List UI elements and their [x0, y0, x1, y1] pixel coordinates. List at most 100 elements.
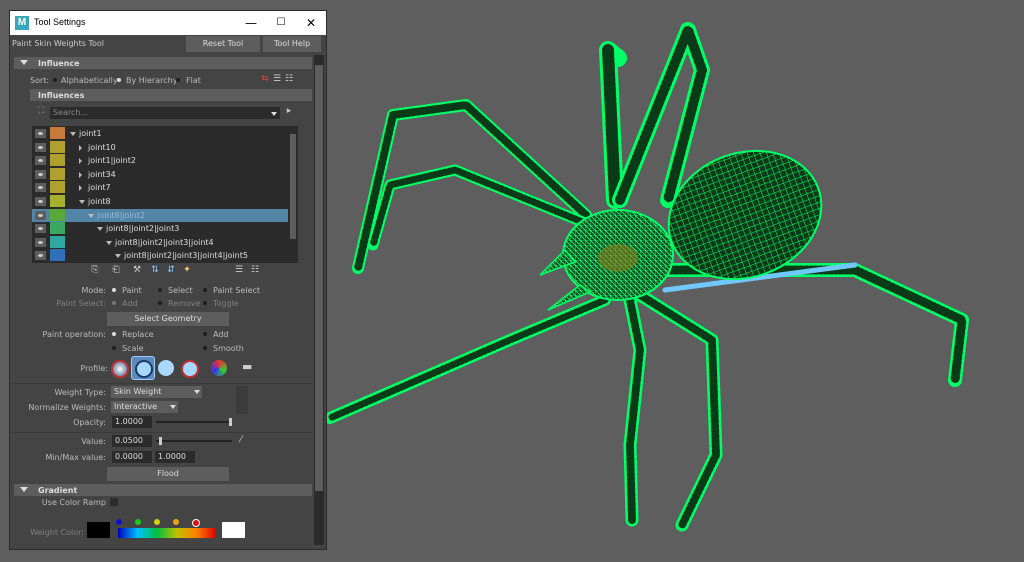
close-button[interactable]: ✕	[296, 11, 326, 35]
panel-scrollbar[interactable]	[314, 55, 324, 545]
use-color-ramp-checkbox[interactable]	[110, 498, 118, 506]
list-icon[interactable]: ☰	[234, 265, 244, 275]
panel-scrollbar-thumb[interactable]	[315, 65, 323, 491]
move-weights-icon[interactable]: ⇅	[150, 265, 160, 275]
tree-scrollbar-thumb[interactable]	[290, 134, 296, 239]
show-influences-icon[interactable]: ⇵	[166, 265, 176, 275]
paint-select-toggle-radio[interactable]	[203, 301, 207, 305]
influence-color-swatch[interactable]	[50, 235, 65, 248]
tree-row[interactable]: joint10	[32, 140, 288, 154]
profile-soft-icon[interactable]	[131, 356, 155, 380]
title-bar[interactable]: M Tool Settings — ☐ ✕	[10, 11, 326, 35]
collapse-arrow-icon[interactable]	[79, 185, 82, 192]
op-smooth-radio[interactable]	[203, 346, 207, 350]
tree-row[interactable]: joint1|joint2	[32, 154, 288, 167]
tool-help-button[interactable]: Tool Help	[263, 36, 321, 52]
color-ramp-bar[interactable]	[118, 528, 216, 538]
influence-color-swatch[interactable]	[50, 140, 65, 153]
profile-gaussian-icon[interactable]	[108, 357, 130, 379]
influence-color-swatch[interactable]	[50, 222, 65, 235]
ramp-key-dot[interactable]	[154, 519, 160, 525]
ramp-key-dot[interactable]	[116, 519, 122, 525]
search-input[interactable]: Search...	[50, 107, 280, 119]
visibility-eye-icon[interactable]	[35, 169, 46, 179]
influence-tree[interactable]: joint1 joint10 joint1|joint2 joint34 joint7 j…	[32, 126, 296, 263]
ramp-key-dot[interactable]	[135, 519, 141, 525]
visibility-eye-icon[interactable]	[35, 224, 46, 234]
value-slider[interactable]	[156, 437, 232, 445]
expand-arrow-icon[interactable]	[88, 213, 94, 218]
visibility-eye-icon[interactable]	[35, 156, 46, 166]
expand-arrow-icon[interactable]	[115, 254, 121, 259]
collapse-arrow-icon[interactable]	[79, 171, 82, 178]
profile-image-icon[interactable]	[208, 357, 230, 379]
sort-tool-icon[interactable]: ⇆	[260, 74, 270, 84]
influence-color-swatch[interactable]	[50, 167, 65, 180]
max-value-field[interactable]: 1.0000	[155, 451, 195, 463]
value-slider-handle[interactable]	[158, 437, 162, 445]
visibility-eye-icon[interactable]	[35, 197, 46, 206]
collapse-arrow-icon[interactable]	[79, 158, 82, 165]
tree-row[interactable]: joint1	[32, 127, 288, 140]
tree-list-icon[interactable]: ☷	[250, 265, 260, 275]
expand-arrow-icon[interactable]	[106, 240, 112, 245]
gradient-section-header[interactable]: Gradient	[14, 484, 312, 496]
flood-button[interactable]: Flood	[107, 467, 229, 481]
expand-arrow-icon[interactable]	[79, 200, 85, 204]
influence-color-swatch[interactable]	[50, 181, 65, 194]
tree-row[interactable]: joint8|joint2|joint3	[32, 222, 288, 235]
influence-color-swatch[interactable]	[50, 249, 65, 262]
tree-scrollbar[interactable]	[288, 126, 298, 263]
sort-flat-radio[interactable]	[176, 78, 180, 82]
influence-section-header[interactable]: Influence	[14, 57, 312, 69]
influence-color-swatch[interactable]	[50, 208, 65, 221]
weight-type-combo[interactable]: Skin Weight	[111, 386, 202, 398]
tree-row[interactable]: joint8|joint2|joint3|joint4|joint5	[32, 249, 288, 262]
weight-color-high-swatch[interactable]	[222, 522, 245, 538]
ramp-key-dot[interactable]	[173, 519, 179, 525]
paste-weights-icon[interactable]: ⎗	[111, 265, 121, 275]
tree-view-icon[interactable]: ☷	[284, 74, 294, 84]
tree-row[interactable]: joint7	[32, 181, 288, 194]
visibility-eye-icon[interactable]	[35, 210, 46, 220]
influence-color-swatch[interactable]	[50, 154, 65, 167]
select-geometry-button[interactable]: Select Geometry	[107, 312, 229, 326]
lock-weights-icon[interactable]: ✦	[182, 265, 192, 275]
visibility-eye-icon[interactable]	[35, 129, 46, 138]
search-filter-icon[interactable]: ⛶	[36, 106, 46, 116]
tree-row[interactable]: joint34	[32, 167, 288, 181]
copy-weights-icon[interactable]: ⎘	[90, 265, 100, 275]
opacity-slider[interactable]	[156, 418, 232, 426]
value-field[interactable]: 0.0500	[112, 435, 152, 447]
sort-hierarchy-radio[interactable]	[117, 78, 121, 82]
ramp-key-dot[interactable]	[192, 519, 200, 527]
visibility-eye-icon[interactable]	[35, 142, 46, 152]
mode-select-radio[interactable]	[158, 288, 162, 292]
visibility-eye-icon[interactable]	[35, 251, 46, 261]
maximize-button[interactable]: ☐	[266, 11, 296, 35]
normalize-weights-combo[interactable]: Interactive	[111, 401, 178, 413]
profile-solid-icon[interactable]	[155, 357, 177, 379]
mode-paint-radio[interactable]	[112, 288, 116, 292]
profile-square-icon[interactable]	[178, 357, 200, 379]
mode-paint-select-radio[interactable]	[203, 288, 207, 292]
folder-icon[interactable]: ▬	[242, 361, 252, 372]
search-dropdown-icon[interactable]	[271, 112, 277, 116]
tree-row[interactable]: joint8|joint2|joint3|joint4	[32, 235, 288, 249]
opacity-slider-handle[interactable]	[229, 418, 232, 426]
op-replace-radio[interactable]	[112, 332, 116, 336]
tree-row[interactable]: joint8	[32, 195, 288, 208]
expand-arrow-icon[interactable]	[70, 132, 76, 136]
visibility-eye-icon[interactable]	[35, 237, 46, 247]
pin-icon[interactable]: ▸	[284, 106, 294, 116]
opacity-field[interactable]: 1.0000	[112, 416, 152, 428]
tree-row[interactable]: joint8|joint2	[32, 208, 288, 222]
eyedropper-icon[interactable]: ⁄	[236, 435, 246, 445]
influences-subheader[interactable]: Influences	[30, 89, 312, 101]
visibility-eye-icon[interactable]	[35, 183, 46, 193]
reset-tool-button[interactable]: Reset Tool	[186, 36, 260, 52]
influence-color-swatch[interactable]	[50, 195, 65, 207]
weight-color-low-swatch[interactable]	[87, 522, 110, 538]
influence-color-swatch[interactable]	[50, 127, 65, 139]
paint-select-add-radio[interactable]	[112, 301, 116, 305]
